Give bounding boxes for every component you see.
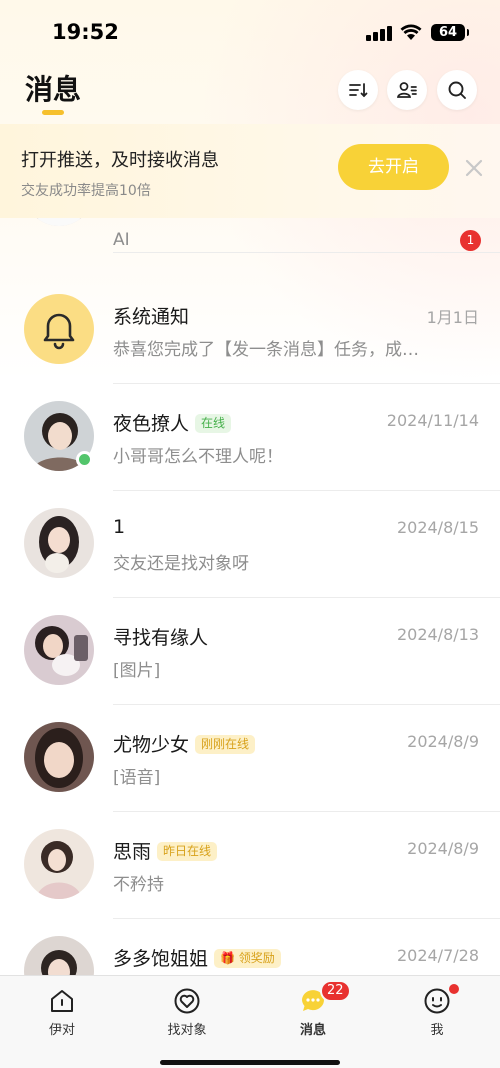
avatar [24,722,94,792]
conversation-name: 系统通知 [113,306,190,328]
unread-count-badge: 22 [320,980,351,1002]
reward-tag: 🎁 领奖励 [214,949,281,968]
sort-button[interactable] [338,70,378,110]
title-underline [42,110,64,115]
conversation-name: 多多饱姐姐 🎁 领奖励 [113,944,281,971]
status-time: 19:52 [52,20,119,44]
online-status-tag: 在线 [195,414,232,433]
conversation-message: AI [113,230,130,250]
home-icon [51,990,73,1012]
conversation-time: 2024/11/14 [386,411,479,430]
cellular-signal-icon [366,25,392,41]
conversation-name: 寻找有缘人 [113,627,209,649]
enable-push-button[interactable]: 去开启 [338,144,449,190]
home-indicator [160,1060,340,1065]
conversation-message: 恭喜您完成了【发一条消息】任务，成… [113,340,419,360]
page-title: 消息 [25,73,82,106]
conversation-item[interactable]: 寻找有缘人 2024/8/13 [图片] [0,598,500,705]
tab-messages[interactable]: 消息 22 [273,980,353,1046]
wifi-icon [400,24,422,40]
bottom-tab-bar: 伊对 找对象 消息 22 我 [0,975,500,1068]
conversation-time: 1月1日 [426,308,479,327]
tab-label: 找对象 [167,1023,207,1038]
conversation-item[interactable]: 系统通知 1月1日 恭喜您完成了【发一条消息】任务，成… [0,277,500,384]
online-status-tag: 刚刚在线 [195,735,256,754]
conversation-message: 小哥哥怎么不理人呢！ [113,447,283,467]
tab-me[interactable]: 我 [397,984,477,1046]
conversation-time: 2024/8/15 [396,518,479,537]
sort-icon [349,83,368,98]
contacts-button[interactable] [387,70,427,110]
conversation-item[interactable]: AI 1 [0,218,500,253]
battery-icon: 64 [431,24,469,41]
page-header: 消息 [0,64,500,124]
tab-find-partner[interactable]: 找对象 [147,986,227,1046]
conversation-item[interactable]: 思雨 昨日在线 2024/8/9 不矜持 [0,812,500,919]
conversation-item[interactable]: 多多饱姐姐 🎁 领奖励 2024/7/28 [0,919,500,975]
close-icon[interactable] [462,156,486,180]
avatar [24,218,94,226]
push-notification-banner: 打开推送，及时接收消息 交友成功率提高10倍 去开启 [0,124,500,218]
conversation-name: 思雨 昨日在线 [113,837,218,864]
conversation-item[interactable]: 1 2024/8/15 交友还是找对象呀 [0,491,500,598]
conversation-message: 交友还是找对象呀 [113,554,249,574]
banner-title: 打开推送，及时接收消息 [21,150,219,171]
divider [113,252,500,253]
banner-subtitle: 交友成功率提高10倍 [21,183,151,199]
status-bar: 19:52 64 [0,0,500,64]
tab-label: 我 [430,1023,444,1038]
conversation-item[interactable]: 尤物少女 刚刚在线 2024/8/9 [语音] [0,705,500,812]
heart-icon [174,988,200,1014]
contacts-icon [397,82,417,98]
conversation-message: 不矜持 [113,875,164,895]
tab-label: 伊对 [48,1023,75,1038]
conversation-time: 2024/8/9 [407,839,479,858]
conversation-message: [图片] [113,661,161,681]
conversation-name: 1 [113,516,126,538]
online-indicator [76,451,93,468]
unread-badge: 1 [460,230,481,251]
conversation-name: 尤物少女 刚刚在线 [113,730,256,757]
tab-home[interactable]: 伊对 [22,986,102,1046]
avatar [24,508,94,578]
bell-icon [43,313,75,350]
conversation-time: 2024/8/13 [396,625,479,644]
conversation-time: 2024/7/28 [396,946,479,965]
search-button[interactable] [437,70,477,110]
online-status-tag: 昨日在线 [157,842,218,861]
avatar [24,936,94,975]
conversation-list: AI 1 系统通知 1月1日 恭喜您完成了【发一条消息】任务，成… 夜色撩人 在线… [0,218,500,975]
profile-face-icon [424,988,450,1014]
notification-dot [449,984,459,994]
conversation-message: [语音] [113,768,161,788]
conversation-name: 夜色撩人 在线 [113,409,232,436]
conversation-item[interactable]: 夜色撩人 在线 2024/11/14 小哥哥怎么不理人呢！ [0,384,500,491]
search-icon [448,81,466,99]
tab-label: 消息 [299,1023,326,1038]
avatar [24,829,94,899]
conversation-time: 2024/8/9 [407,732,479,751]
avatar [24,615,94,685]
system-notice-avatar [24,294,94,364]
